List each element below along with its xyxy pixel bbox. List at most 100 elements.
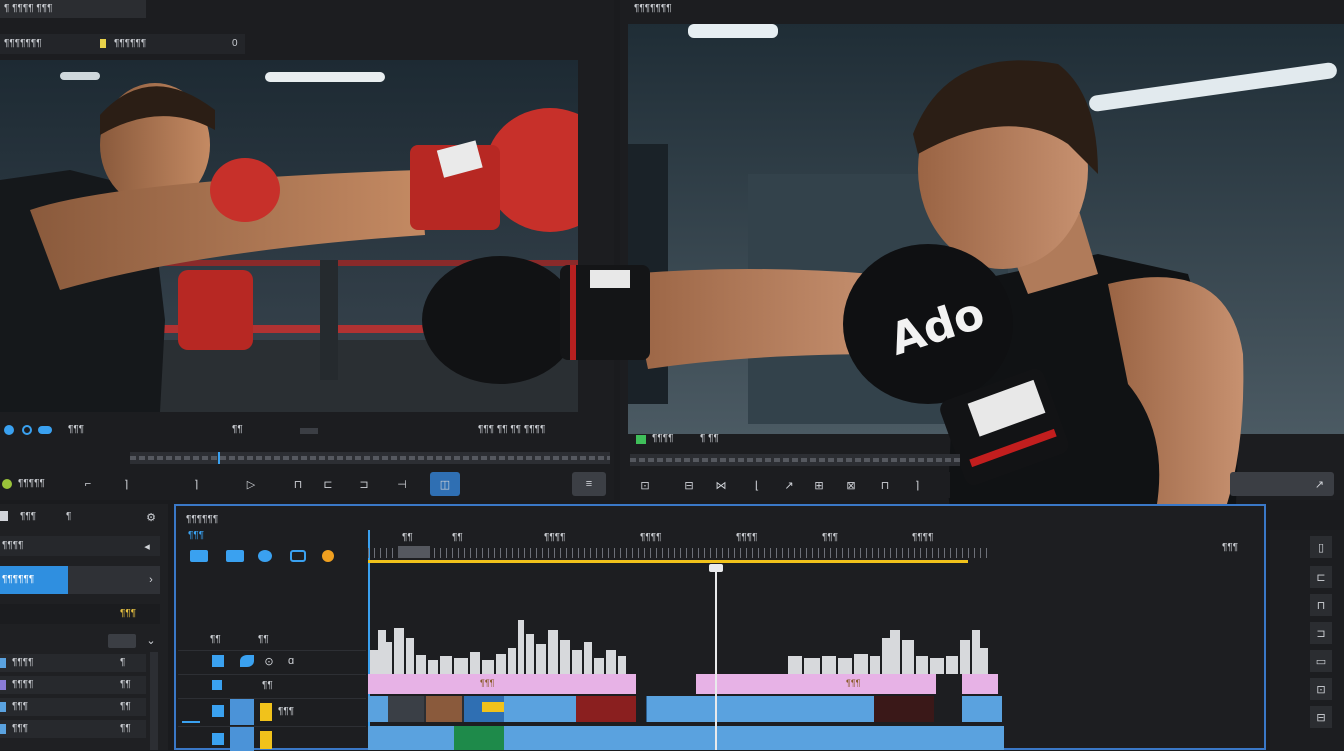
timeline-clip[interactable] (646, 696, 874, 722)
foreground-glove (420, 250, 660, 390)
track-v2-icon[interactable] (212, 680, 222, 690)
project-badge: ¶¶¶ (120, 608, 137, 619)
ruler-ticks (368, 548, 988, 558)
program-marker-icon[interactable] (636, 435, 646, 444)
track-v1-color[interactable] (260, 703, 272, 721)
right-toolbar: ▯ ⊏ ⊓ ⊐ ▭ ⊡ ⊟ (1270, 530, 1344, 750)
track-row-v2: ¶¶ (178, 674, 366, 697)
source-monitor-titlebar: ¶ ¶¶¶¶ ¶¶¶ (0, 0, 146, 18)
timeline-clip[interactable] (368, 696, 388, 722)
program-step-forward-button[interactable]: ⌊ (748, 477, 766, 493)
program-step-back-button[interactable]: ⊟ (680, 477, 698, 493)
project-tab-0[interactable]: ¶¶¶ (20, 511, 36, 522)
track-sync-icon[interactable]: ⊙ (262, 653, 276, 669)
source-clip-name[interactable]: ¶¶¶¶¶¶ (114, 38, 146, 49)
program-extract-button[interactable]: ⊞ (810, 477, 828, 493)
timeline-clip[interactable]: ¶¶¶ (696, 674, 936, 694)
project-tab-icon[interactable] (0, 511, 8, 521)
timeline-clip[interactable]: ¶¶¶ (368, 674, 636, 694)
lift-button[interactable]: ⊣ (394, 476, 410, 492)
timeline-clip-audio[interactable] (454, 726, 504, 750)
toolbar-track-select-icon[interactable]: ⊏ (1310, 566, 1332, 588)
track-lock-icon[interactable] (212, 655, 224, 667)
work-area-bar[interactable] (368, 560, 968, 563)
toolbar-ripple-icon[interactable]: ⊓ (1310, 594, 1332, 616)
project-dropdown-icon[interactable]: ⌄ (144, 632, 158, 648)
project-selected-item[interactable]: ¶¶¶¶¶¶ › (0, 566, 160, 594)
timeline-ruler[interactable]: ¶¶ ¶¶ ¶¶¶¶ ¶¶¶¶ ¶¶¶¶ ¶¶¶ ¶¶¶¶ (368, 530, 988, 750)
toolbar-slip-icon[interactable]: ▭ (1310, 650, 1332, 672)
program-play-button[interactable]: ⋈ (712, 477, 730, 493)
track-video-row (368, 696, 1008, 724)
project-scrollbar[interactable] (150, 652, 158, 750)
program-export-frame-button[interactable]: ⊠ (842, 477, 860, 493)
track-a1-target[interactable] (230, 727, 254, 751)
play-button[interactable]: ▷ (242, 476, 260, 492)
zoom-slider[interactable] (300, 428, 318, 434)
program-next-button[interactable]: ↗ (1230, 472, 1334, 496)
project-search-bar: ⌄ (0, 632, 160, 648)
track-mute-icon[interactable]: ɑ (284, 653, 298, 669)
project-item-label: ¶¶¶ (12, 723, 29, 734)
program-scrub-bar[interactable] (630, 454, 960, 466)
marker-add-icon[interactable] (258, 550, 272, 562)
toolbar-razor-icon[interactable]: ⊐ (1310, 622, 1332, 644)
toolbar-pen-icon[interactable]: ⊡ (1310, 678, 1332, 700)
timeline-clip[interactable] (504, 696, 576, 722)
track-header-a1: ¶¶ (258, 634, 269, 645)
project-list-item[interactable]: ¶¶¶ ¶¶ (0, 698, 146, 716)
timeline-clip-thumbnail[interactable] (874, 696, 934, 722)
project-collapse-icon[interactable]: ◂ (140, 538, 154, 554)
toolbar-select-icon[interactable]: ▯ (1310, 536, 1332, 558)
snap-icon[interactable] (190, 550, 208, 562)
project-list-item[interactable]: ¶¶¶¶ ¶ (0, 654, 146, 672)
program-compare-button[interactable]: ⊓ (876, 477, 894, 493)
settings-button[interactable]: ≡ (572, 472, 606, 496)
program-lift-button[interactable]: ↗ (780, 477, 798, 493)
marker-icon[interactable] (4, 425, 14, 435)
mark-in-button[interactable]: ⌐ (80, 476, 96, 492)
timeline-clip-thumbnail[interactable] (576, 696, 636, 722)
source-timecode-right: ¶¶¶ ¶¶ ¶¶ ¶¶¶¶ (478, 424, 546, 435)
timeline-clip[interactable] (504, 726, 1004, 750)
overwrite-button[interactable]: ⊐ (356, 476, 372, 492)
track-v1-target[interactable] (230, 699, 254, 725)
program-trim-button[interactable]: ⌉ (908, 477, 926, 493)
mark-out-button[interactable]: ⌉ (118, 476, 134, 492)
linked-selection-icon[interactable] (226, 550, 244, 562)
source-scrub-bar[interactable] (130, 452, 610, 464)
track-a1-color[interactable] (260, 731, 272, 749)
toolbar-hand-icon[interactable]: ⊟ (1310, 706, 1332, 728)
timeline-clip[interactable] (962, 674, 998, 694)
track-eye-icon[interactable] (240, 655, 254, 667)
timeline-clip-thumbnail[interactable] (388, 696, 504, 722)
camera-button[interactable]: ◫ (430, 472, 460, 496)
export-label[interactable]: ¶¶¶¶¶ (18, 478, 45, 489)
project-new-bin-button[interactable] (108, 634, 136, 648)
project-tab-1[interactable]: ¶ (66, 511, 71, 522)
step-forward-button[interactable]: ⊓ (290, 476, 306, 492)
project-list-item[interactable]: ¶¶¶¶ ¶¶ (0, 676, 146, 694)
toggle-icon[interactable] (38, 426, 52, 434)
settings-wrench-icon[interactable] (290, 550, 306, 562)
timeline-playhead[interactable] (709, 564, 723, 750)
project-selected-arrow[interactable]: › (144, 572, 158, 588)
source-monitor-title: ¶ ¶¶¶¶ ¶¶¶ (4, 3, 53, 14)
timeline-right-timecode: ¶¶¶ (1222, 542, 1239, 553)
insert-button[interactable]: ⊏ (320, 476, 336, 492)
program-mark-in-button[interactable]: ⊡ (636, 477, 654, 493)
step-back-button[interactable]: ⌉ (188, 476, 204, 492)
export-icon[interactable] (2, 479, 12, 489)
program-timecode-right: ¶ ¶¶ (700, 433, 719, 444)
track-v1-icon[interactable] (212, 705, 224, 717)
audio-waveform-track[interactable] (368, 600, 988, 674)
render-icon[interactable] (322, 550, 334, 562)
project-list-item[interactable]: ¶¶¶ ¶¶ (0, 720, 146, 738)
loop-icon[interactable] (22, 425, 32, 435)
project-settings-icon[interactable]: ⚙ (142, 509, 160, 525)
in-out-range[interactable] (398, 546, 430, 558)
timeline-clip[interactable] (368, 726, 454, 750)
playhead-handle[interactable] (709, 564, 723, 572)
timeline-clip[interactable] (962, 696, 1002, 722)
track-a1-icon[interactable] (212, 733, 224, 745)
